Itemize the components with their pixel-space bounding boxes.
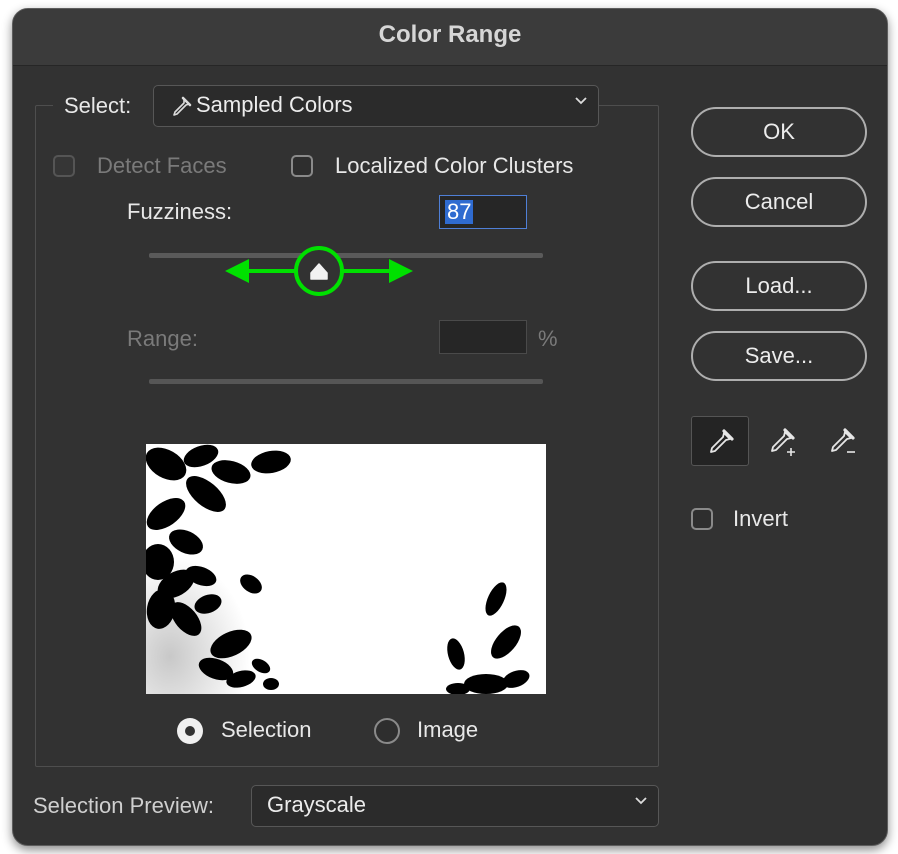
load-button[interactable]: Load... [691,261,867,311]
radio-dot [185,726,195,736]
ok-button[interactable]: OK [691,107,867,157]
localized-clusters-checkbox[interactable] [291,155,313,177]
title-bar[interactable]: Color Range [13,9,887,66]
image-radio-label: Image [417,717,479,742]
select-value: Sampled Colors [196,92,353,117]
add-to-sample-button[interactable] [751,416,809,466]
cancel-button[interactable]: Cancel [691,177,867,227]
eyedropper-button[interactable] [691,416,749,466]
save-button[interactable]: Save... [691,331,867,381]
fuzziness-slider-thumb[interactable] [309,261,329,281]
selection-radio[interactable] [177,718,203,744]
fuzziness-input[interactable]: 87 [439,195,527,229]
range-unit: % [538,326,558,351]
chevron-down-icon [635,797,647,805]
eyedropper-icon [710,429,734,453]
range-input[interactable] [439,320,527,354]
localized-clusters-label: Localized Color Clusters [335,153,574,178]
detect-faces-label: Detect Faces [97,153,227,178]
select-label: Select: [64,93,132,118]
detect-faces-checkbox[interactable] [53,155,75,177]
selection-preview-label: Selection Preview: [33,793,214,818]
selection-radio-label: Selection [221,717,312,742]
invert-label: Invert [733,506,789,531]
selection-preview-image [146,444,546,694]
selection-preview-value: Grayscale [267,792,367,817]
fuzziness-label: Fuzziness: [127,199,233,224]
range-slider-track [149,379,543,384]
range-label: Range: [127,326,198,351]
color-range-dialog: Color Range Select: Sampled Colors Detec… [12,8,888,846]
chevron-down-icon [575,97,587,105]
invert-checkbox[interactable] [691,508,713,530]
select-dropdown[interactable]: Sampled Colors [153,85,599,127]
eyedropper-icon [173,96,192,116]
selection-preview-dropdown[interactable]: Grayscale [251,785,659,827]
image-radio[interactable] [374,718,400,744]
dialog-title: Color Range [378,21,522,48]
eyedropper-add-icon [771,428,795,456]
subtract-from-sample-button[interactable] [811,416,869,466]
eyedropper-subtract-icon [831,428,855,453]
fuzziness-value: 87 [445,199,474,224]
